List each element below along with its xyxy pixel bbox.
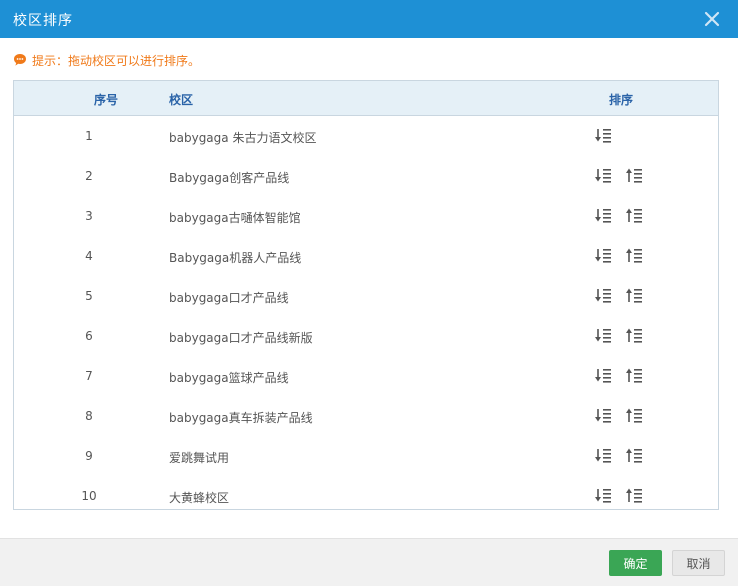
sort-up-icon[interactable] xyxy=(625,287,643,304)
row-number: 1 xyxy=(85,129,93,143)
campus-name: babygaga古嗵体智能馆 xyxy=(169,211,301,225)
campus-name: babygaga口才产品线新版 xyxy=(169,331,313,345)
row-number: 9 xyxy=(85,449,93,463)
row-number: 3 xyxy=(85,209,93,223)
sort-up-icon[interactable] xyxy=(625,367,643,384)
row-number: 5 xyxy=(85,289,93,303)
sort-down-icon[interactable] xyxy=(594,447,612,464)
header-sort: 排序 xyxy=(609,93,634,107)
campus-name: 大黄蜂校区 xyxy=(169,491,230,505)
chat-bubble-icon xyxy=(14,54,26,66)
table-row[interactable]: 5 babygaga口才产品线 xyxy=(14,276,718,316)
header-no: 序号 xyxy=(93,93,118,107)
campus-name: Babygaga机器人产品线 xyxy=(169,251,302,265)
row-number: 4 xyxy=(85,249,93,263)
campus-name: babygaga口才产品线 xyxy=(169,291,289,305)
sort-down-icon[interactable] xyxy=(594,127,612,144)
table-row[interactable]: 4 Babygaga机器人产品线 xyxy=(14,236,718,276)
close-icon[interactable] xyxy=(702,9,722,29)
sort-down-icon[interactable] xyxy=(594,207,612,224)
sort-down-icon[interactable] xyxy=(594,407,612,424)
table-row[interactable]: 8 babygaga真车拆装产品线 xyxy=(14,396,718,436)
table-row[interactable]: 7 babygaga篮球产品线 xyxy=(14,356,718,396)
dialog-footer: 确定 取消 xyxy=(0,538,738,586)
sort-down-icon[interactable] xyxy=(594,327,612,344)
sort-up-icon[interactable] xyxy=(625,447,643,464)
campus-name: babygaga篮球产品线 xyxy=(169,371,289,385)
table-row[interactable]: 6 babygaga口才产品线新版 xyxy=(14,316,718,356)
table-row[interactable]: 9 爱跳舞试用 xyxy=(14,436,718,476)
sort-up-icon[interactable] xyxy=(625,167,643,184)
table-row[interactable]: 1 babygaga 朱古力语文校区 xyxy=(14,116,718,156)
dialog-title: 校区排序 xyxy=(13,13,73,29)
campus-name: Babygaga创客产品线 xyxy=(169,171,290,185)
table-header: 序号 校区 排序 xyxy=(14,81,718,116)
row-number: 6 xyxy=(85,329,93,343)
sort-down-icon[interactable] xyxy=(594,487,612,504)
sort-down-icon[interactable] xyxy=(594,247,612,264)
table-row[interactable]: 3 babygaga古嗵体智能馆 xyxy=(14,196,718,236)
sort-down-icon[interactable] xyxy=(594,287,612,304)
dialog-titlebar: 校区排序 xyxy=(0,0,738,38)
sort-down-icon[interactable] xyxy=(594,367,612,384)
table-body: 1 babygaga 朱古力语文校区 2 Babygaga创客产品线 3 babygaga… xyxy=(14,116,718,509)
row-number: 7 xyxy=(85,369,93,383)
sort-up-icon[interactable] xyxy=(625,487,643,504)
sort-up-icon[interactable] xyxy=(625,327,643,344)
sort-up-icon[interactable] xyxy=(625,407,643,424)
sort-up-icon[interactable] xyxy=(625,247,643,264)
row-number: 2 xyxy=(85,169,93,183)
row-number: 8 xyxy=(85,409,93,423)
sort-up-icon[interactable] xyxy=(625,207,643,224)
sort-down-icon[interactable] xyxy=(594,167,612,184)
row-number: 10 xyxy=(81,489,97,503)
hint-text: 提示：拖动校区可以进行排序。 xyxy=(32,53,201,68)
campus-name: babygaga真车拆装产品线 xyxy=(169,411,313,425)
table-row[interactable]: 10 大黄蜂校区 xyxy=(14,476,718,509)
campus-name: 爱跳舞试用 xyxy=(169,451,230,465)
header-name: 校区 xyxy=(169,93,194,107)
table-row[interactable]: 2 Babygaga创客产品线 xyxy=(14,156,718,196)
cancel-button[interactable]: 取消 xyxy=(672,550,725,576)
hint-bar: 提示：拖动校区可以进行排序。 xyxy=(13,52,200,68)
confirm-button[interactable]: 确定 xyxy=(609,550,662,576)
campus-name: babygaga 朱古力语文校区 xyxy=(169,131,317,145)
campus-table: 序号 校区 排序 1 babygaga 朱古力语文校区 2 Babygaga创客产品线… xyxy=(13,80,719,510)
